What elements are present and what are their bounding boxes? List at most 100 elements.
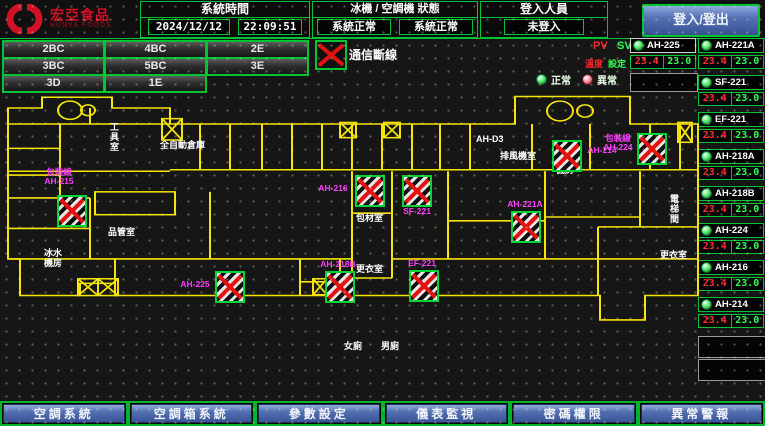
nav-button-ac-system[interactable]: 空調系統 (3, 404, 125, 423)
unit-values-sf-221: 23.4 23.0 (698, 92, 764, 106)
chiller-status: 系統正常 (317, 19, 391, 35)
unit-values-ah-218a: 23.4 23.0 (698, 166, 764, 180)
device-icon-ah-215[interactable] (57, 195, 87, 227)
device-icon-ah-218b[interactable] (325, 271, 355, 303)
header-bar: 宏亞食品 HUNYA FOODS 系統時間 2024/12/12 22:09:5… (0, 0, 765, 39)
unit-led-icon (701, 114, 712, 125)
room-label: 包材室 (356, 213, 383, 223)
unit-values-ah-218b: 23.4 23.0 (698, 203, 764, 217)
room-label: 冰水機房 (44, 248, 65, 268)
device-icon-ah-214[interactable] (552, 140, 582, 172)
date-display: 2024/12/12 (148, 19, 230, 35)
unit-values-ah-214: 23.4 23.0 (698, 314, 764, 328)
device-icon-ah-224[interactable] (637, 133, 667, 165)
unit-button-ah-224[interactable]: AH-224 (698, 223, 764, 238)
unit-led-icon (701, 77, 712, 88)
room-label: 電梯間 (670, 194, 681, 224)
login-state: 未登入 (504, 19, 584, 35)
machine-status-label: 冰機 / 空調機 狀態 (313, 2, 477, 18)
room-label: 工具室 (110, 122, 121, 152)
floor-button-3e[interactable]: 3E (206, 57, 309, 76)
room-label: 更衣室 (660, 250, 687, 260)
pv-header: PV (593, 40, 608, 52)
device-icon-sf-221[interactable] (402, 175, 432, 207)
nav-cell: 異常警報 (638, 401, 765, 426)
nav-cell: 儀表監視 (383, 401, 511, 426)
device-label: SF-221 (398, 207, 436, 216)
pv-value: 23.4 (631, 56, 664, 68)
sv-value: 23.0 (732, 315, 764, 327)
nav-button-parameter-settings[interactable]: 參數設定 (258, 404, 380, 423)
floor-button-3d[interactable]: 3D (2, 74, 105, 93)
unit-led-icon (701, 40, 712, 51)
device-icon-ah-221a[interactable] (511, 211, 541, 243)
device-icon-ah-216[interactable] (355, 175, 385, 207)
legend-normal-label: 正常 (551, 72, 571, 87)
device-label: AH-225 (178, 280, 212, 289)
unit-values-ah-216: 23.4 23.0 (698, 277, 764, 291)
sv-value: 23.0 (732, 93, 764, 105)
unit-button-ah-214[interactable]: AH-214 (698, 297, 764, 312)
brand-name: 宏亞食品 (50, 8, 112, 22)
abnormal-led-icon (582, 74, 593, 85)
comm-loss-label: 通信斷線 (349, 46, 397, 63)
nav-button-ahu-system[interactable]: 空調箱系統 (131, 404, 253, 423)
unit-button-ah-216[interactable]: AH-216 (698, 260, 764, 275)
nav-cell: 參數設定 (255, 401, 383, 426)
unit-button-ah-218b[interactable]: AH-218B (698, 186, 764, 201)
unit-led-icon (701, 225, 712, 236)
unit-led-icon (701, 188, 712, 199)
unit-led-icon (633, 40, 644, 51)
device-icon-ah-225[interactable] (215, 271, 245, 303)
ahu-status: 系統正常 (399, 19, 473, 35)
unit-name: AH-221A (715, 40, 755, 51)
unit-name: SF-221 (715, 77, 746, 88)
unit-button-sf-221[interactable]: SF-221 (698, 75, 764, 90)
sv-value: 23.0 (732, 278, 764, 290)
legend-abnormal-label: 異常 (597, 72, 617, 87)
unit-name: AH-214 (715, 299, 748, 310)
brand-logo: 宏亞食品 HUNYA FOODS (3, 2, 153, 35)
device-label: 包裝線 AH-224 (600, 134, 636, 152)
placeholder-box (630, 73, 698, 92)
comm-loss-icon (315, 40, 347, 70)
nav-button-alarm[interactable]: 異常警報 (641, 404, 763, 423)
device-label: EF-221 (400, 259, 444, 268)
legend-normal: 正常 (536, 72, 571, 87)
floor-plan: 工具室 全自動倉庫 AH-D3 排風機室 機房 包材室 更衣室 更衣室 冰水機房… (0, 95, 700, 400)
login-label: 登入人員 (481, 2, 607, 18)
device-icon-ef-221[interactable] (409, 270, 439, 302)
brand-subtitle: HUNYA FOODS (50, 22, 112, 29)
unit-button-ah-221a[interactable]: AH-221A (698, 38, 764, 53)
placeholder-box (698, 359, 765, 381)
hmi-screen: 宏亞食品 HUNYA FOODS 系統時間 2024/12/12 22:09:5… (0, 0, 765, 426)
nav-button-password-access[interactable]: 密碼權限 (513, 404, 635, 423)
unit-button-ah-218a[interactable]: AH-218A (698, 149, 764, 164)
pv-row-label: 溫度 (585, 57, 603, 70)
sv-value: 23.0 (732, 167, 764, 179)
unit-name: AH-218A (715, 151, 755, 162)
floor-button-1e[interactable]: 1E (104, 74, 207, 93)
unit-button-ef-221[interactable]: EF-221 (698, 112, 764, 127)
unit-name: AH-224 (715, 225, 748, 236)
nav-button-meter-monitor[interactable]: 儀表監視 (386, 404, 508, 423)
unit-values-ah-224: 23.4 23.0 (698, 240, 764, 254)
machine-status-panel: 冰機 / 空調機 狀態 系統正常 系統正常 (312, 1, 478, 38)
sv-row-label: 設定 (608, 57, 626, 70)
unit-values-ef-221: 23.4 23.0 (698, 129, 764, 143)
pv-value: 23.4 (699, 56, 732, 68)
unit-button-ah-225[interactable]: AH-225 (630, 38, 696, 53)
system-time-panel: 系統時間 2024/12/12 22:09:51 (140, 1, 310, 38)
unit-name: AH-216 (715, 262, 748, 273)
normal-led-icon (536, 74, 547, 85)
device-label: AH-218B (312, 260, 364, 269)
pv-value: 23.4 (699, 204, 732, 216)
nav-cell: 密碼權限 (510, 401, 638, 426)
room-label: 全自動倉庫 (160, 140, 205, 150)
pv-value: 23.4 (699, 167, 732, 179)
system-time-label: 系統時間 (141, 2, 309, 18)
pv-value: 23.4 (699, 93, 732, 105)
unit-values-ah-225: 23.4 23.0 (630, 55, 696, 69)
pv-value: 23.4 (699, 278, 732, 290)
login-logout-button[interactable]: 登入/登出 (642, 4, 760, 37)
